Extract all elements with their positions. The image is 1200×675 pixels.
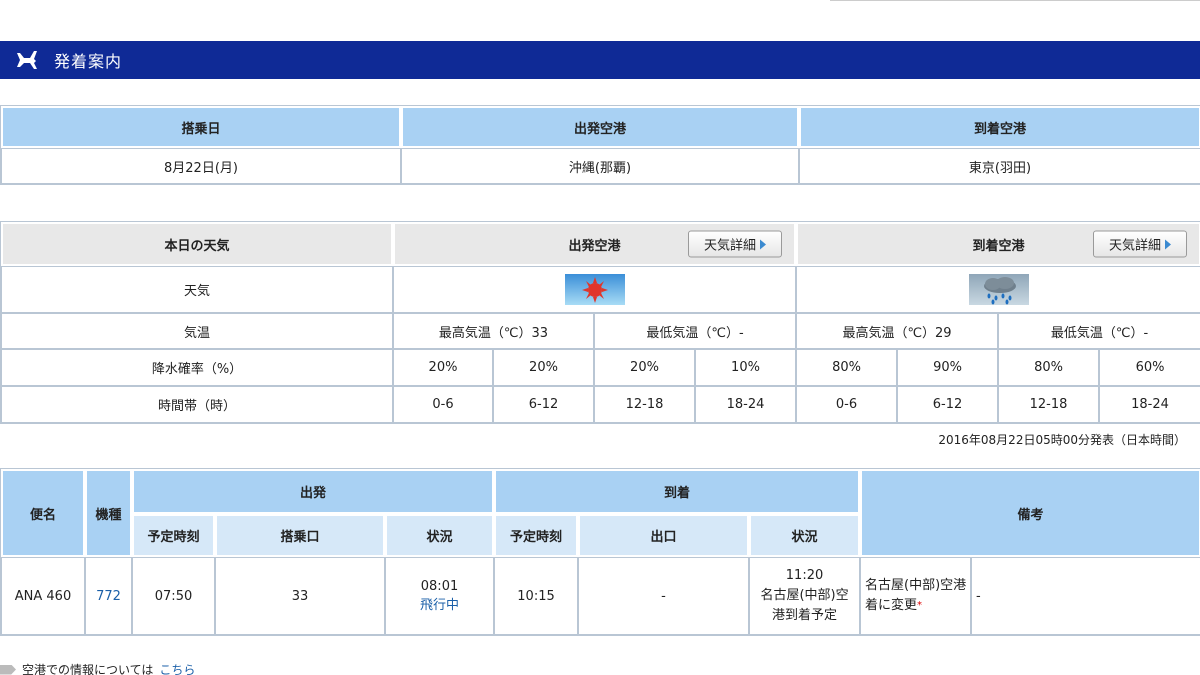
departure-rain-prob: 10% xyxy=(695,349,797,386)
dep-status-time: 08:01 xyxy=(420,579,459,594)
arrival-airport-header: 到着空港 xyxy=(799,106,1200,148)
rain-icon xyxy=(968,274,1029,305)
top-divider xyxy=(830,0,1200,1)
departure-high-temp: 最高気温（℃）33 xyxy=(393,313,594,349)
remark-other: - xyxy=(971,557,1200,635)
weather-row-label: 天気 xyxy=(1,266,393,313)
dep-status-header: 状況 xyxy=(385,514,495,557)
departure-airport: 沖縄(那覇) xyxy=(401,148,799,184)
weather-title: 本日の天気 xyxy=(1,222,393,266)
departure-airport-header: 出発空港 xyxy=(401,106,799,148)
time-slot: 18-24 xyxy=(695,386,797,423)
arr-status-header: 状況 xyxy=(749,514,861,557)
flight-number: ANA 460 xyxy=(1,557,85,635)
footer-note: 空港での情報については こちら xyxy=(0,661,195,675)
time-slot: 12-18 xyxy=(594,386,695,423)
weather-table: 本日の天気 出発空港 天気詳細 到着空港 天気詳細 天気 気温 最高気温（℃）3… xyxy=(0,221,1200,424)
arr-scheduled-time-header: 予定時刻 xyxy=(494,514,579,557)
weather-arrival-header: 到着空港 天気詳細 xyxy=(796,222,1200,266)
time-row-label: 時間帯（時） xyxy=(1,386,393,423)
boarding-date: 8月22日(月) xyxy=(1,148,401,184)
arrival-rain-prob: 80% xyxy=(796,349,898,386)
departure-rain-prob: 20% xyxy=(393,349,493,386)
weather-departure-header: 出発空港 天気詳細 xyxy=(393,222,797,266)
arrival-rain-prob: 90% xyxy=(897,349,999,386)
arrival-header: 到着 xyxy=(494,469,861,514)
time-slot: 6-12 xyxy=(493,386,594,423)
weather-arrival-label: 到着空港 xyxy=(972,238,1025,254)
boarding-date-header: 搭乗日 xyxy=(1,106,401,148)
arr-scheduled-time: 10:15 xyxy=(494,557,579,635)
flight-number-header: 便名 xyxy=(1,469,85,557)
table-row: ANA 460 772 07:50 33 08:01 飛行中 10:15 - 1… xyxy=(1,557,1200,635)
boarding-gate-header: 搭乗口 xyxy=(215,514,385,557)
departure-low-temp: 最低気温（℃）- xyxy=(594,313,797,349)
exit-header: 出口 xyxy=(578,514,750,557)
arr-status: 11:20 名古屋(中部)空港到着予定 xyxy=(749,557,861,635)
departure-rain-prob: 20% xyxy=(594,349,695,386)
arrival-weather-detail-button[interactable]: 天気詳細 xyxy=(1093,230,1188,258)
remark-text: 名古屋(中部)空港着に変更 xyxy=(865,578,967,613)
arrival-low-temp: 最低気温（℃）- xyxy=(998,313,1200,349)
flight-status-table: 便名 機種 出発 到着 備考 予定時刻 搭乗口 状況 予定時刻 出口 状況 AN… xyxy=(0,468,1200,636)
time-slot: 0-6 xyxy=(796,386,898,423)
rain-row-label: 降水確率（%） xyxy=(1,349,393,386)
sunny-icon xyxy=(564,274,625,305)
aircraft-header: 機種 xyxy=(85,469,132,557)
time-slot: 18-24 xyxy=(1099,386,1200,423)
remark-diversion: 名古屋(中部)空港着に変更* xyxy=(860,557,972,635)
time-slot: 6-12 xyxy=(897,386,999,423)
flight-summary-table: 搭乗日 出発空港 到着空港 8月22日(月) 沖縄(那覇) 東京(羽田) xyxy=(0,105,1200,185)
arr-status-text: 名古屋(中部)空港到着予定 xyxy=(760,588,849,623)
chevron-right-icon xyxy=(760,239,767,249)
arrival-high-temp: 最高気温（℃）29 xyxy=(796,313,999,349)
time-slot: 12-18 xyxy=(998,386,1100,423)
dep-scheduled-time-header: 予定時刻 xyxy=(132,514,215,557)
arrival-rain-prob: 80% xyxy=(998,349,1100,386)
temperature-row-label: 気温 xyxy=(1,313,393,349)
arrival-airport: 東京(羽田) xyxy=(799,148,1200,184)
arr-status-time: 11:20 xyxy=(785,568,824,583)
dep-status: 08:01 飛行中 xyxy=(385,557,495,635)
airplane-icon xyxy=(14,47,40,73)
page-title: 発着案内 xyxy=(54,52,123,71)
footer-text: 空港での情報については xyxy=(22,663,154,675)
weather-announcement-time: 2016年08月22日05時00分発表（日本時間） xyxy=(938,433,1186,447)
departure-rain-prob: 20% xyxy=(493,349,594,386)
exit: - xyxy=(578,557,750,635)
aircraft-link[interactable]: 772 xyxy=(85,557,132,635)
dep-scheduled-time: 07:50 xyxy=(132,557,215,635)
departure-weather-detail-button[interactable]: 天気詳細 xyxy=(688,230,783,258)
arrow-right-icon xyxy=(0,664,16,675)
arrival-weather-cell xyxy=(796,266,1200,313)
boarding-gate: 33 xyxy=(215,557,385,635)
detail-button-label: 天気詳細 xyxy=(1109,238,1162,254)
detail-button-label: 天気詳細 xyxy=(704,238,757,254)
weather-departure-label: 出発空港 xyxy=(568,238,621,254)
departure-header: 出発 xyxy=(132,469,495,514)
remark-asterisk: * xyxy=(917,600,923,611)
arrival-rain-prob: 60% xyxy=(1099,349,1200,386)
chevron-right-icon xyxy=(1165,239,1172,249)
section-header: 発着案内 xyxy=(0,41,1200,79)
dep-status-text: 飛行中 xyxy=(420,598,460,613)
time-slot: 0-6 xyxy=(393,386,493,423)
remarks-header: 備考 xyxy=(860,469,1200,557)
departure-weather-cell xyxy=(393,266,797,313)
airport-info-link[interactable]: こちら xyxy=(159,661,195,675)
